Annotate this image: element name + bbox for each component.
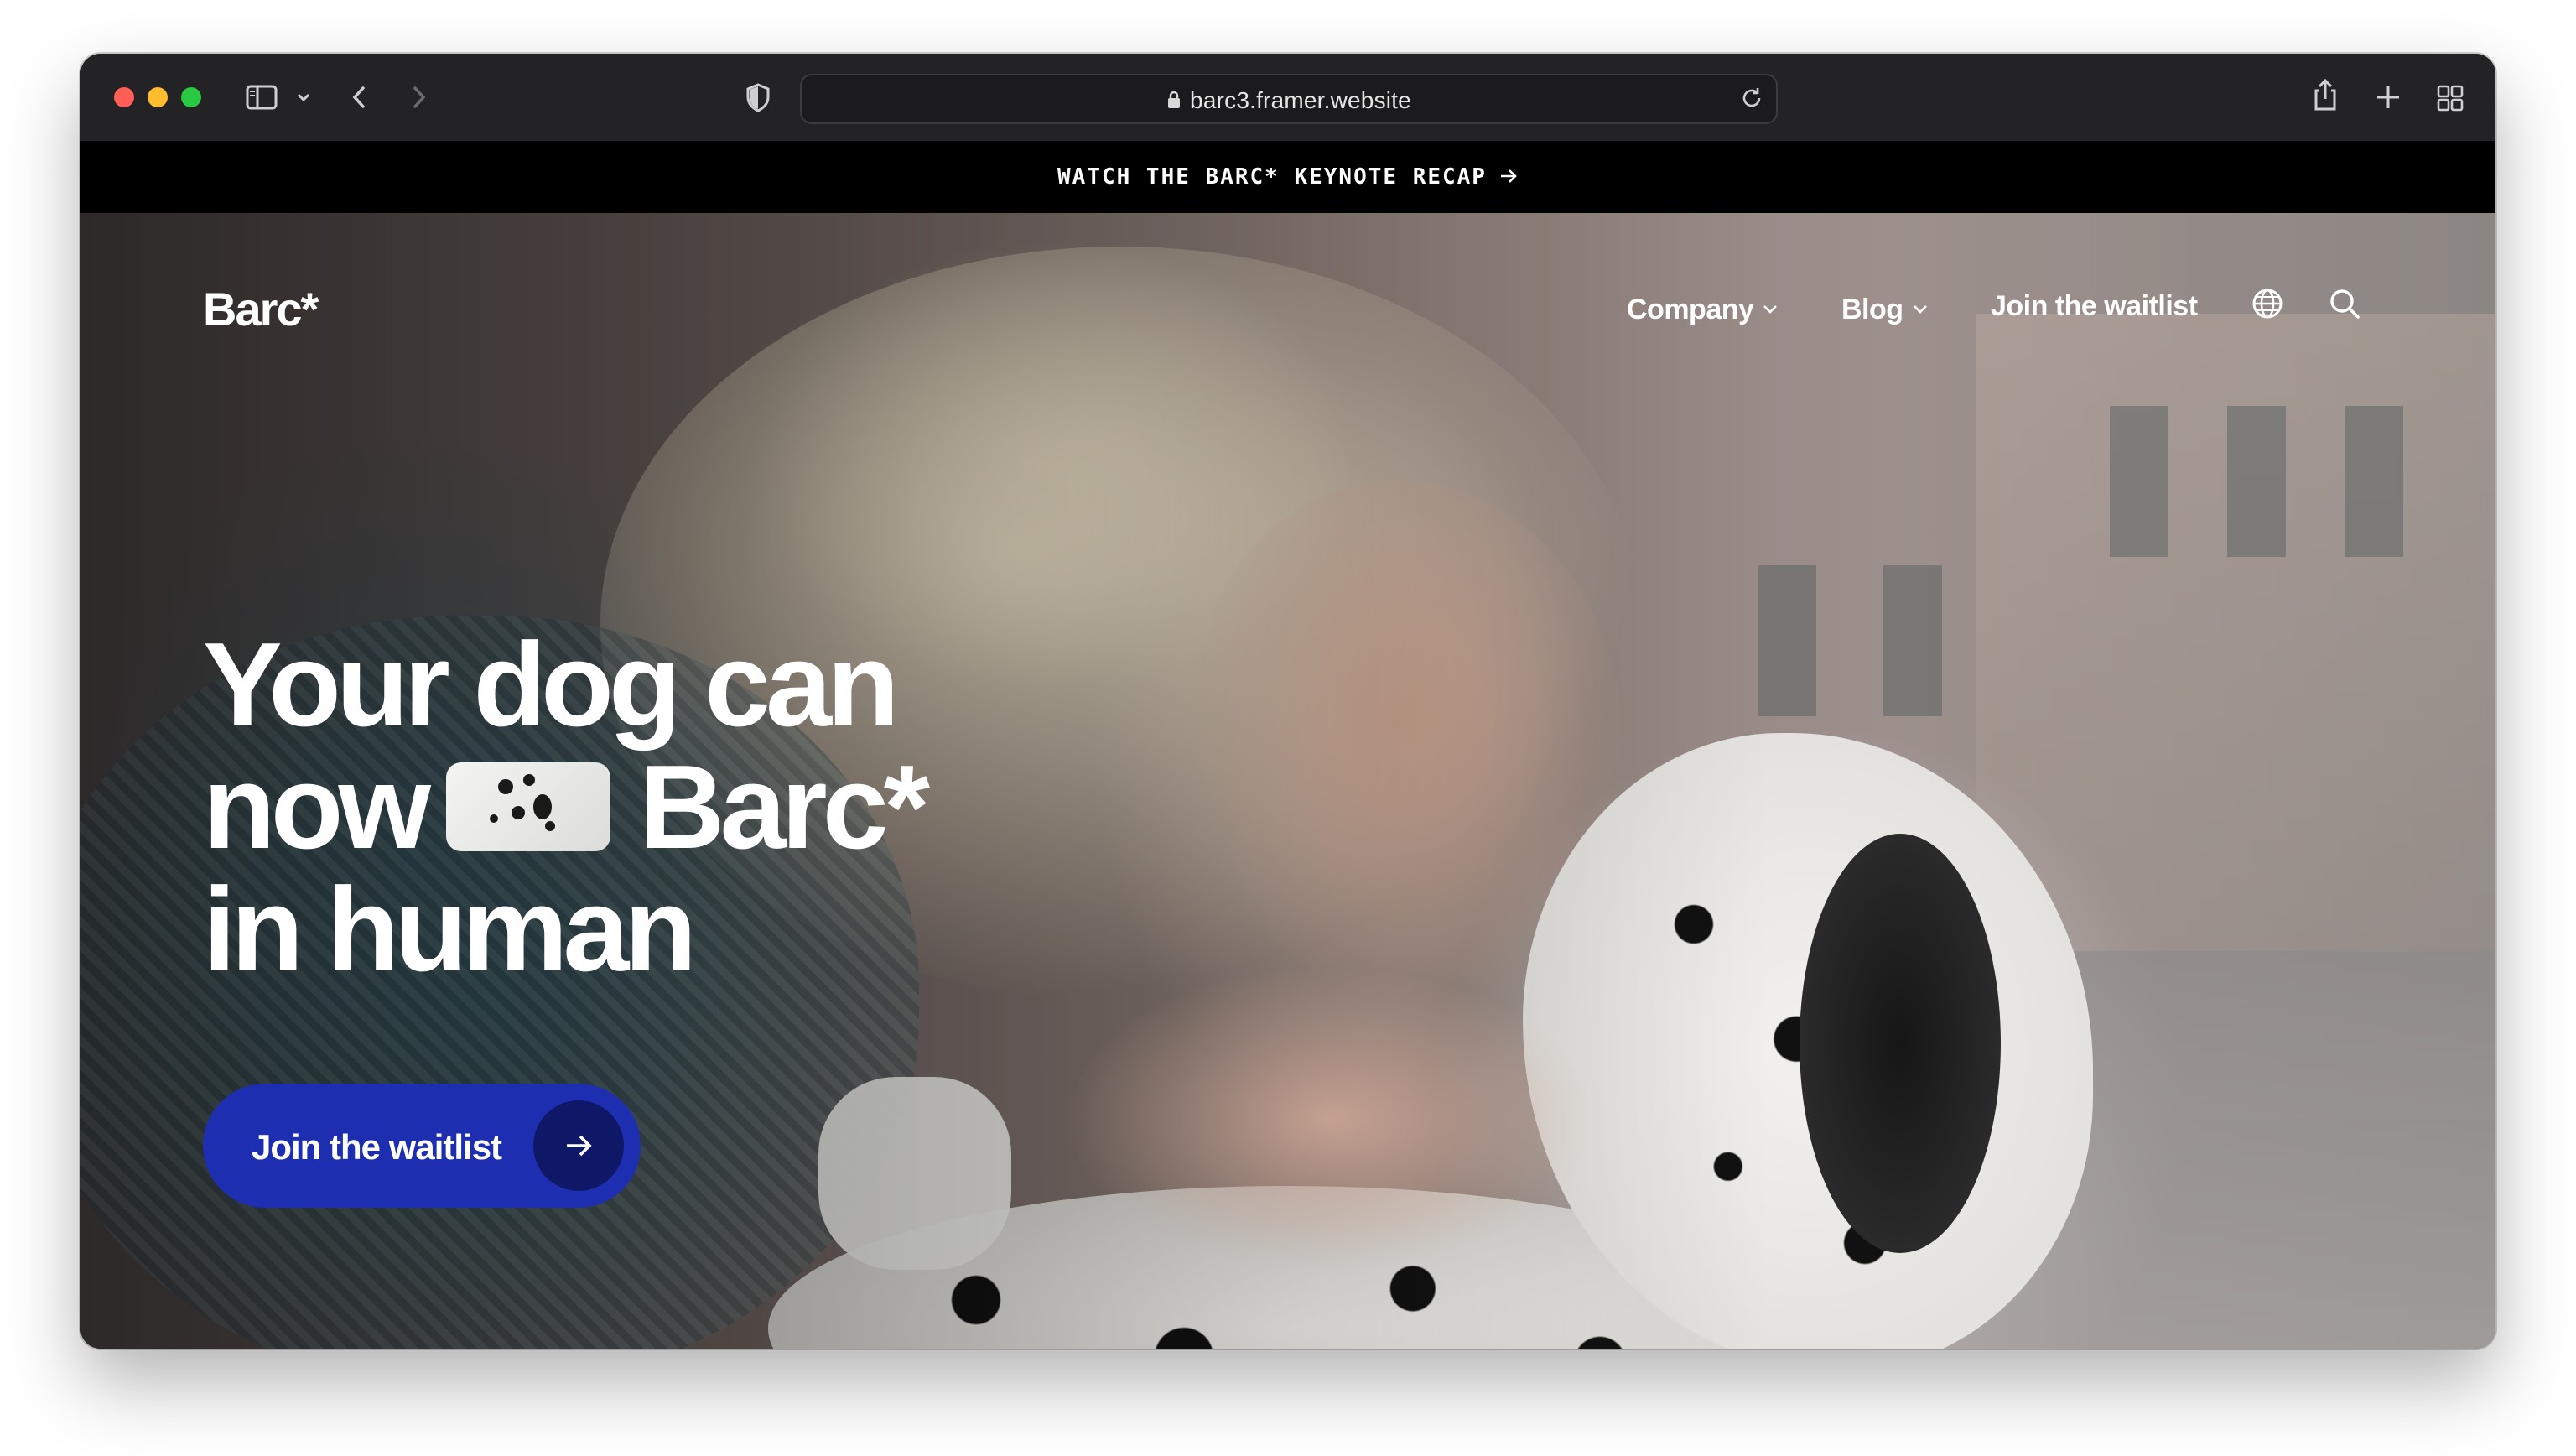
announcement-text: WATCH THE BARC* KEYNOTE RECAP <box>1057 164 1487 190</box>
close-window-button[interactable] <box>114 87 134 107</box>
shield-icon[interactable] <box>745 82 771 112</box>
cta-arrow-circle <box>533 1100 624 1191</box>
announcement-bar: WATCH THE BARC* KEYNOTE RECAP <box>80 141 2496 213</box>
keynote-recap-link[interactable]: WATCH THE BARC* KEYNOTE RECAP <box>1057 164 1519 192</box>
nav-blog[interactable]: Blog <box>1841 290 1929 326</box>
minimize-window-button[interactable] <box>148 87 168 107</box>
nav-blog-label: Blog <box>1841 294 1903 325</box>
tab-overview-icon[interactable] <box>2435 82 2465 112</box>
globe-icon[interactable] <box>2251 287 2284 325</box>
share-icon[interactable] <box>2311 77 2340 111</box>
hero-headline: Your dog can now Barc* in human <box>203 618 930 996</box>
headline-line-1: Your dog can <box>203 618 900 751</box>
headline-line-3: in human <box>203 863 697 996</box>
inline-dog-thumbnail <box>445 762 610 851</box>
url-text: barc3.framer.website <box>1190 87 1411 113</box>
hero-section: Barc* Company Blog Join the waitlist You… <box>80 213 2496 1349</box>
back-icon[interactable] <box>347 82 372 112</box>
forward-icon[interactable] <box>406 82 431 112</box>
sidebar-icon[interactable] <box>245 82 278 112</box>
chevron-down-icon <box>1762 290 1779 323</box>
lock-icon <box>1166 89 1182 116</box>
browser-toolbar: barc3.framer.website <box>80 54 2496 143</box>
search-icon[interactable] <box>2328 287 2361 325</box>
nav-company[interactable]: Company <box>1627 290 1779 326</box>
headline-now: now <box>203 741 431 874</box>
maximize-window-button[interactable] <box>181 87 201 107</box>
join-waitlist-button[interactable]: Join the waitlist <box>203 1084 641 1208</box>
headline-line-2: now Barc* <box>203 746 930 869</box>
site-logo[interactable]: Barc* <box>203 282 319 336</box>
chevron-down-icon <box>1912 290 1929 323</box>
new-tab-icon[interactable] <box>2375 82 2402 112</box>
join-waitlist-label: Join the waitlist <box>252 1127 502 1167</box>
headline-barc: Barc* <box>638 741 930 874</box>
reload-icon[interactable] <box>1739 86 1764 115</box>
browser-window: barc3.framer.website WATCH THE BARC* KEY… <box>80 54 2496 1349</box>
address-bar[interactable]: barc3.framer.website <box>800 74 1778 124</box>
arrow-right-icon <box>1498 166 1519 192</box>
chevron-down-icon[interactable] <box>295 82 312 112</box>
nav-join-waitlist[interactable]: Join the waitlist <box>1991 290 2198 323</box>
nav-company-label: Company <box>1627 294 1754 325</box>
